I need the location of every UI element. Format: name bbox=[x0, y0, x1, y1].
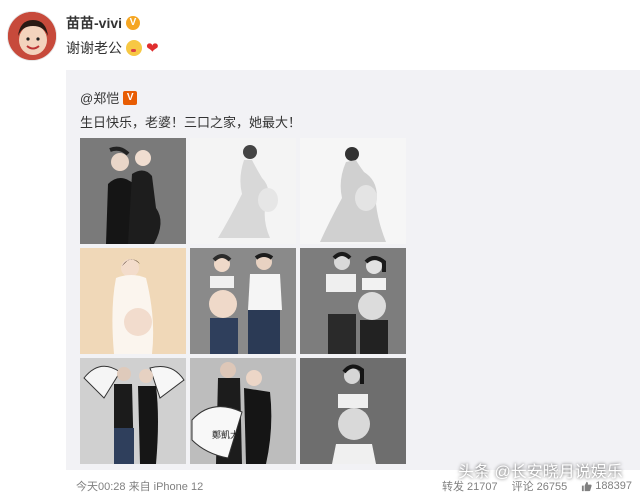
photo-couple-white-tees bbox=[190, 248, 296, 354]
post-stats: 转发 21707 评论 26755 188397 bbox=[442, 478, 632, 494]
photo-thumbnail-2[interactable] bbox=[190, 138, 296, 244]
photo-thumbnail-9[interactable] bbox=[300, 358, 406, 464]
photo-thumbnail-7[interactable] bbox=[80, 358, 186, 464]
kiss-face-icon bbox=[126, 40, 142, 56]
photo-thumbnail-8[interactable]: 鄭凱大 bbox=[190, 358, 296, 464]
verified-badge-icon: V bbox=[123, 90, 138, 105]
post-text-content: 谢谢老公 bbox=[66, 40, 122, 56]
post-author[interactable]: 苗苗-vivi V bbox=[66, 13, 141, 33]
weibo-post: 苗苗-vivi V 谢谢老公 ❤ @郑恺 V 生日快乐，老婆！三口之家，她最大！ bbox=[0, 0, 640, 494]
heart-icon: ❤ bbox=[146, 40, 159, 57]
post-footer: 今天00:28 来自 iPhone 12 转发 21707 评论 26755 1… bbox=[66, 478, 640, 494]
post-time-source[interactable]: 今天00:28 来自 iPhone 12 bbox=[76, 478, 203, 494]
photo-white-silhouette-2 bbox=[300, 138, 406, 244]
photo-beige-backdrop bbox=[80, 248, 186, 354]
avatar-photo bbox=[8, 12, 56, 60]
verified-badge-icon: V bbox=[126, 16, 141, 30]
photo-thumbnail-3[interactable] bbox=[300, 138, 406, 244]
comment-count[interactable]: 评论 26755 bbox=[512, 478, 568, 494]
repost-author[interactable]: @郑恺 V bbox=[80, 88, 138, 107]
photo-white-silhouette bbox=[190, 138, 296, 244]
repost-text: 生日快乐，老婆！三口之家，她最大！ bbox=[80, 115, 302, 130]
photo-couple-bw bbox=[300, 248, 406, 354]
avatar[interactable] bbox=[7, 11, 57, 61]
photo-thumbnail-6[interactable] bbox=[300, 248, 406, 354]
username-label[interactable]: 苗苗-vivi bbox=[66, 13, 122, 33]
photo-thumbnail-5[interactable] bbox=[190, 248, 296, 354]
fan-calligraphy: 鄭凱大 bbox=[212, 429, 239, 441]
like-count: 188397 bbox=[595, 480, 632, 492]
photo-couple-fans bbox=[80, 358, 186, 464]
post-text: 谢谢老公 ❤ bbox=[66, 38, 159, 58]
photo-couple-fan-front: 鄭凱大 bbox=[190, 358, 296, 464]
photo-woman-solo-bw bbox=[300, 358, 406, 464]
like-button[interactable]: 188397 bbox=[581, 480, 632, 492]
photo-couple-black-outfits bbox=[80, 138, 186, 244]
repost-count[interactable]: 转发 21707 bbox=[442, 478, 498, 494]
photo-thumbnail-1[interactable] bbox=[80, 138, 186, 244]
repost-card[interactable]: @郑恺 V 生日快乐，老婆！三口之家，她最大！ 鄭凱大 bbox=[66, 70, 640, 470]
photo-thumbnail-4[interactable] bbox=[80, 248, 186, 354]
repost-author-label[interactable]: @郑恺 bbox=[80, 88, 119, 107]
thumbs-up-icon bbox=[582, 481, 592, 491]
